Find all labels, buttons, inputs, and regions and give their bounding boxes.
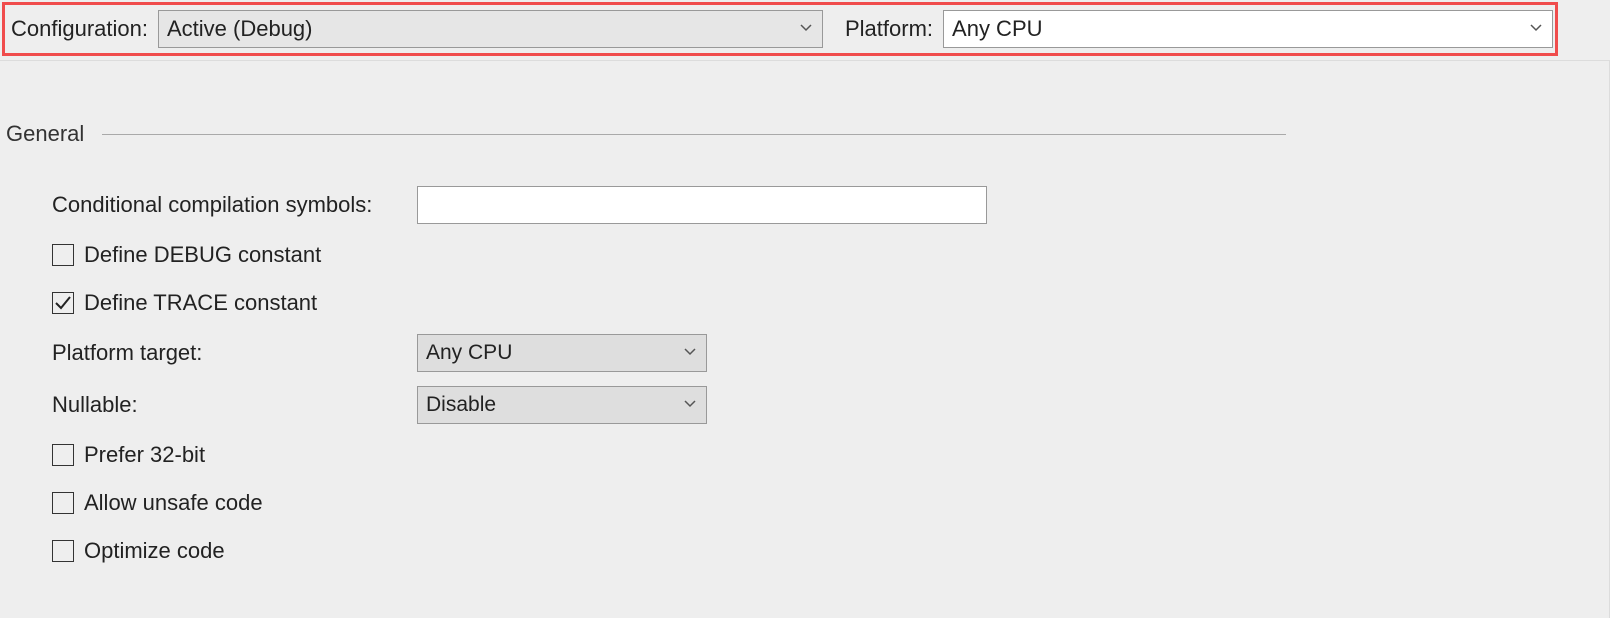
section-general-header: General — [6, 121, 1286, 147]
define-trace-label: Define TRACE constant — [84, 290, 317, 316]
section-divider — [102, 134, 1286, 135]
row-define-debug: Define DEBUG constant — [52, 231, 1252, 279]
configuration-dropdown[interactable]: Active (Debug) — [158, 10, 823, 48]
checkbox-box — [52, 292, 74, 314]
checkbox-box — [52, 540, 74, 562]
row-define-trace: Define TRACE constant — [52, 279, 1252, 327]
nullable-dropdown[interactable]: Disable — [417, 386, 707, 424]
section-general-title: General — [6, 121, 84, 147]
prefer-32bit-label: Prefer 32-bit — [84, 442, 205, 468]
optimize-code-checkbox[interactable]: Optimize code — [52, 538, 225, 564]
general-form: Conditional compilation symbols: Define … — [52, 179, 1252, 575]
platform-label: Platform: — [845, 16, 933, 42]
row-allow-unsafe: Allow unsafe code — [52, 479, 1252, 527]
define-trace-checkbox[interactable]: Define TRACE constant — [52, 290, 317, 316]
nullable-label: Nullable: — [52, 392, 417, 418]
platform-target-label: Platform target: — [52, 340, 417, 366]
row-optimize: Optimize code — [52, 527, 1252, 575]
chevron-down-icon — [684, 397, 696, 413]
checkbox-box — [52, 492, 74, 514]
nullable-value: Disable — [426, 393, 496, 417]
define-debug-checkbox[interactable]: Define DEBUG constant — [52, 242, 321, 268]
platform-target-value: Any CPU — [426, 341, 512, 365]
optimize-label: Optimize code — [84, 538, 225, 564]
allow-unsafe-checkbox[interactable]: Allow unsafe code — [52, 490, 263, 516]
chevron-down-icon — [800, 21, 812, 37]
build-settings-panel: General Conditional compilation symbols:… — [0, 60, 1610, 618]
chevron-down-icon — [1530, 21, 1542, 37]
config-platform-bar: Configuration: Active (Debug) Platform: … — [2, 2, 1558, 56]
chevron-down-icon — [684, 345, 696, 361]
row-prefer-32bit: Prefer 32-bit — [52, 431, 1252, 479]
row-platform-target: Platform target: Any CPU — [52, 327, 1252, 379]
cond-symbols-input[interactable] — [417, 186, 987, 224]
checkbox-box — [52, 244, 74, 266]
cond-symbols-label: Conditional compilation symbols: — [52, 192, 417, 218]
prefer-32bit-checkbox[interactable]: Prefer 32-bit — [52, 442, 205, 468]
allow-unsafe-label: Allow unsafe code — [84, 490, 263, 516]
platform-target-dropdown[interactable]: Any CPU — [417, 334, 707, 372]
platform-value: Any CPU — [952, 16, 1042, 42]
platform-dropdown[interactable]: Any CPU — [943, 10, 1553, 48]
row-cond-symbols: Conditional compilation symbols: — [52, 179, 1252, 231]
configuration-value: Active (Debug) — [167, 16, 313, 42]
define-debug-label: Define DEBUG constant — [84, 242, 321, 268]
row-nullable: Nullable: Disable — [52, 379, 1252, 431]
checkbox-box — [52, 444, 74, 466]
configuration-label: Configuration: — [11, 16, 148, 42]
